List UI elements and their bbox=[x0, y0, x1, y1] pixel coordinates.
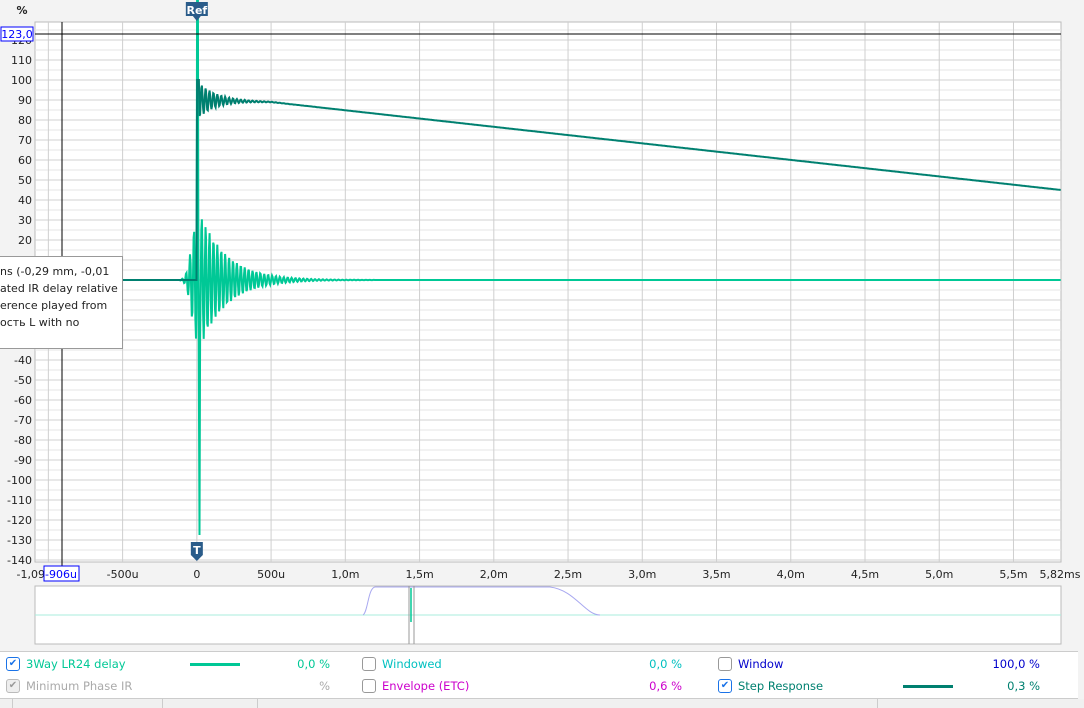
t-marker-label: T bbox=[193, 544, 201, 557]
cursor-y-readout: 123,0 bbox=[1, 28, 33, 41]
cursor-x-readout: -906u bbox=[45, 568, 77, 581]
x-tick-label: -500u bbox=[107, 568, 139, 581]
y-tick-label: 60 bbox=[18, 154, 32, 167]
x-tick-label: 5,82ms bbox=[1040, 568, 1081, 581]
y-tick-label: -100 bbox=[7, 474, 32, 487]
y-tick-label: 100 bbox=[11, 74, 32, 87]
y-tick-label: 50 bbox=[18, 174, 32, 187]
tooltip-line: ated IR delay relative bbox=[0, 282, 118, 295]
line-swatch bbox=[190, 663, 240, 666]
y-unit-label: % bbox=[16, 4, 27, 17]
x-tick-label: -1,09 bbox=[17, 568, 45, 581]
x-tick-label: 4,5m bbox=[851, 568, 879, 581]
x-tick-label: 500u bbox=[257, 568, 285, 581]
legend-label: Windowed bbox=[382, 657, 442, 671]
x-tick-label: 0 bbox=[193, 568, 200, 581]
legend-label: Window bbox=[738, 657, 784, 671]
tooltip-line: erence played from bbox=[0, 299, 108, 312]
y-tick-label: 20 bbox=[18, 234, 32, 247]
checkbox[interactable] bbox=[362, 657, 376, 671]
tooltip-line: ость L with no bbox=[0, 316, 80, 329]
checkbox-checked[interactable]: ✔ bbox=[6, 657, 20, 671]
checkbox-checked-disabled[interactable]: ✔ bbox=[6, 679, 20, 693]
legend-item-step-response[interactable]: ✔ Step Response 0,3 % bbox=[718, 676, 1048, 696]
y-tick-label: 110 bbox=[11, 54, 32, 67]
y-tick-label: 30 bbox=[18, 214, 32, 227]
legend-item-window[interactable]: Window 100,0 % bbox=[718, 654, 1048, 674]
legend-item-min-phase[interactable]: ✔ Minimum Phase IR % bbox=[6, 676, 336, 696]
y-tick-label: 90 bbox=[18, 94, 32, 107]
legend-label: Step Response bbox=[738, 679, 824, 693]
checkbox[interactable] bbox=[362, 679, 376, 693]
x-tick-label: 3,0m bbox=[628, 568, 656, 581]
checkbox[interactable] bbox=[718, 657, 732, 671]
line-swatch bbox=[903, 685, 953, 688]
legend-label: Minimum Phase IR bbox=[26, 679, 133, 693]
y-tick-label: 40 bbox=[18, 194, 32, 207]
legend-value: % bbox=[319, 679, 330, 693]
y-tick-label: -130 bbox=[7, 534, 32, 547]
x-tick-label: 4,0m bbox=[777, 568, 805, 581]
checkbox-checked[interactable]: ✔ bbox=[718, 679, 732, 693]
y-tick-label: -120 bbox=[7, 514, 32, 527]
y-tick-label: -110 bbox=[7, 494, 32, 507]
legend-value: 100,0 % bbox=[992, 657, 1040, 671]
tooltip: ns (-0,29 mm, -0,01 ated IR delay relati… bbox=[0, 256, 123, 349]
legend-item-envelope[interactable]: Envelope (ETC) 0,6 % bbox=[362, 676, 692, 696]
status-bar bbox=[0, 699, 1084, 708]
legend-item-windowed[interactable]: Windowed 0,0 % bbox=[362, 654, 692, 674]
tooltip-line: ns (-0,29 mm, -0,01 bbox=[0, 265, 110, 278]
y-tick-label: -140 bbox=[7, 554, 32, 567]
y-tick-label: -50 bbox=[14, 374, 32, 387]
legend-label: Envelope (ETC) bbox=[382, 679, 470, 693]
x-tick-label: 2,0m bbox=[480, 568, 508, 581]
legend-panel: ✔ 3Way LR24 delay 0,0 % ✔ Minimum Phase … bbox=[0, 651, 1078, 699]
y-tick-label: -60 bbox=[14, 394, 32, 407]
legend-value: 0,3 % bbox=[1007, 679, 1040, 693]
y-tick-label: -80 bbox=[14, 434, 32, 447]
y-tick-label: -70 bbox=[14, 414, 32, 427]
ref-marker-label: Ref bbox=[186, 4, 207, 17]
legend-value: 0,0 % bbox=[649, 657, 682, 671]
y-tick-label: 80 bbox=[18, 114, 32, 127]
y-tick-label: -90 bbox=[14, 454, 32, 467]
impulse-graph[interactable]: 1201101009080706050403020100-10-20-30-40… bbox=[0, 0, 1084, 650]
x-tick-label: 2,5m bbox=[554, 568, 582, 581]
legend-label: 3Way LR24 delay bbox=[26, 657, 126, 671]
legend-item-3way[interactable]: ✔ 3Way LR24 delay 0,0 % bbox=[6, 654, 336, 674]
x-tick-label: 1,5m bbox=[405, 568, 433, 581]
legend-value: 0,6 % bbox=[649, 679, 682, 693]
x-tick-label: 5,0m bbox=[925, 568, 953, 581]
x-tick-label: 3,5m bbox=[702, 568, 730, 581]
x-tick-label: 5,5m bbox=[999, 568, 1027, 581]
y-tick-label: 70 bbox=[18, 134, 32, 147]
legend-value: 0,0 % bbox=[297, 657, 330, 671]
x-tick-label: 1,0m bbox=[331, 568, 359, 581]
y-tick-label: -40 bbox=[14, 354, 32, 367]
